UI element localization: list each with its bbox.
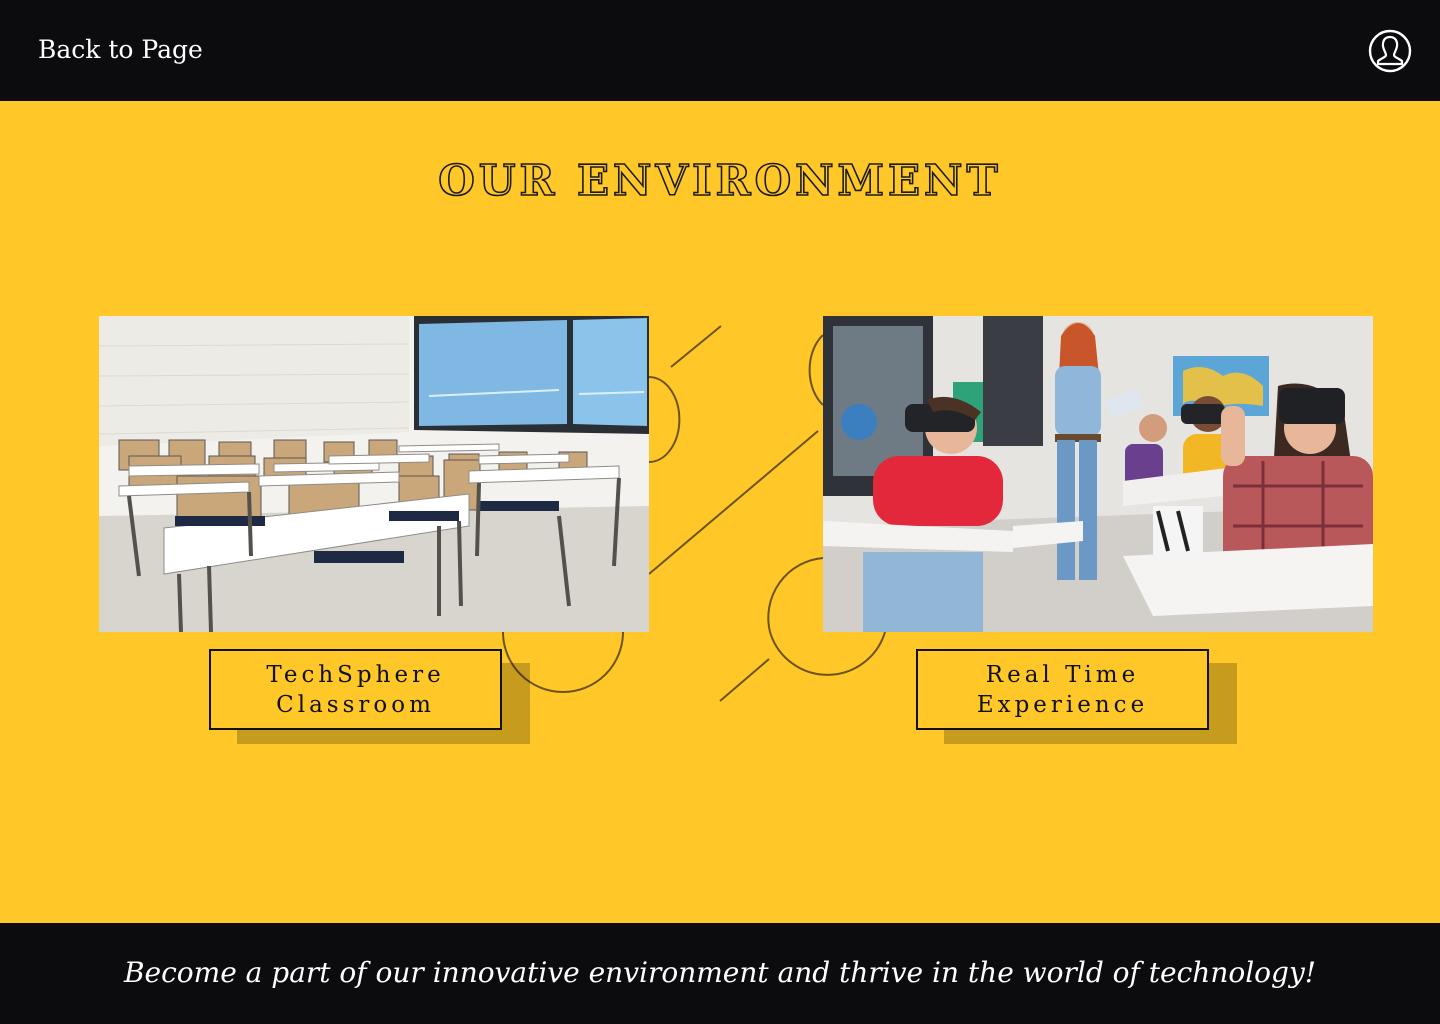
top-bar: Back to Page: [0, 0, 1440, 101]
techsphere-classroom-caption[interactable]: TechSphere Classroom: [209, 649, 502, 730]
classroom-photo: [99, 316, 649, 632]
footer-tagline: Become a part of our innovative environm…: [123, 956, 1317, 989]
user-icon: [1368, 29, 1412, 73]
real-time-experience-caption[interactable]: Real Time Experience: [916, 649, 1209, 730]
back-to-page-link[interactable]: Back to Page: [38, 30, 203, 70]
footer-bar: Become a part of our innovative environm…: [0, 923, 1440, 1024]
vr-experience-photo: [823, 316, 1373, 632]
caption-line: Classroom: [276, 691, 435, 718]
caption-line: Real Time: [985, 661, 1140, 688]
user-profile-button[interactable]: [1368, 29, 1412, 73]
page-title: OUR ENVIRONMENT: [437, 155, 1002, 206]
caption-line: Experience: [976, 691, 1149, 718]
caption-line: TechSphere: [266, 661, 445, 688]
